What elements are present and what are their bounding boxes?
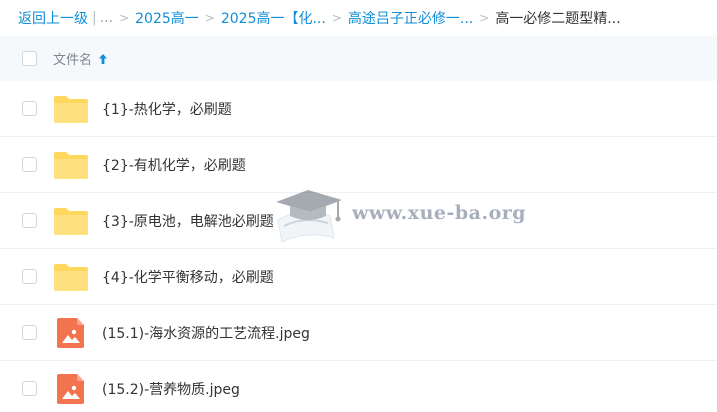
chevron-right-icon: > [119, 11, 130, 25]
folder-icon [54, 208, 88, 235]
list-item[interactable]: {4}-化学平衡移动，必刷题 [0, 249, 717, 305]
image-file-icon [57, 318, 84, 348]
folder-icon [54, 152, 88, 179]
image-file-icon [57, 374, 84, 404]
file-name[interactable]: {1}-热化学，必刷题 [102, 99, 232, 119]
file-name[interactable]: (15.1)-海水资源的工艺流程.jpeg [102, 323, 310, 343]
sort-by-filename[interactable]: 文件名 [53, 49, 108, 68]
column-label-filename: 文件名 [53, 53, 93, 68]
sort-arrow-up-icon [99, 53, 108, 64]
chevron-right-icon: > [331, 11, 342, 25]
breadcrumb-item-chem[interactable]: 2025高一【化... [221, 8, 326, 28]
file-list-header: 文件名 [0, 36, 717, 81]
list-item[interactable]: {2}-有机化学，必刷题 [0, 137, 717, 193]
breadcrumb-ellipsis[interactable]: ... [100, 10, 113, 26]
list-item[interactable]: {1}-热化学，必刷题 [0, 81, 717, 137]
file-browser: 返回上一级 | ... > 2025高一 > 2025高一【化... > 高途吕… [0, 0, 717, 412]
folder-icon [54, 96, 88, 123]
row-checkbox[interactable] [22, 157, 37, 172]
file-list: {1}-热化学，必刷题 {2}-有机化学，必刷题 {3}-原电池，电解池必刷题 [0, 81, 717, 412]
folder-icon [54, 264, 88, 291]
chevron-right-icon: > [204, 11, 215, 25]
file-name[interactable]: {3}-原电池，电解池必刷题 [102, 211, 274, 231]
row-checkbox[interactable] [22, 325, 37, 340]
breadcrumb: 返回上一级 | ... > 2025高一 > 2025高一【化... > 高途吕… [0, 0, 717, 36]
list-item[interactable]: (15.2)-营养物质.jpeg [0, 361, 717, 412]
row-checkbox[interactable] [22, 213, 37, 228]
row-checkbox[interactable] [22, 381, 37, 396]
breadcrumb-divider: | [92, 10, 97, 26]
list-item[interactable]: (15.1)-海水资源的工艺流程.jpeg [0, 305, 717, 361]
file-name[interactable]: {2}-有机化学，必刷题 [102, 155, 246, 175]
file-name[interactable]: (15.2)-营养物质.jpeg [102, 379, 240, 399]
breadcrumb-item-2025[interactable]: 2025高一 [135, 8, 199, 28]
row-checkbox[interactable] [22, 101, 37, 116]
breadcrumb-item-course[interactable]: 高途吕子正必修一... [348, 8, 473, 28]
row-checkbox[interactable] [22, 269, 37, 284]
chevron-right-icon: > [479, 11, 490, 25]
back-link[interactable]: 返回上一级 [18, 8, 88, 28]
file-name[interactable]: {4}-化学平衡移动，必刷题 [102, 267, 274, 287]
select-all-checkbox[interactable] [22, 51, 37, 66]
list-item[interactable]: {3}-原电池，电解池必刷题 [0, 193, 717, 249]
breadcrumb-current: 高一必修二题型精... [495, 11, 621, 27]
